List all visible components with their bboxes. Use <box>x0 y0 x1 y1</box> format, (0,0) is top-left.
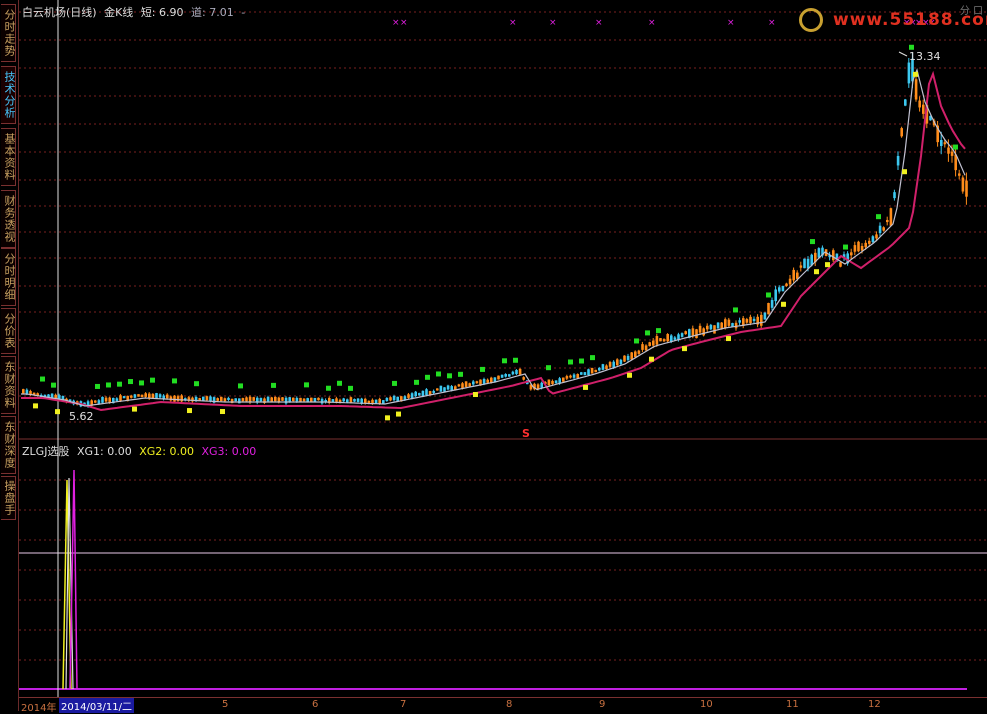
svg-text:×: × <box>595 18 603 28</box>
xg3-value: XG3: 0.00 <box>201 445 257 458</box>
stock-title: 白云机场(日线) <box>22 6 97 19</box>
site-logo: www.55188.com <box>791 6 987 36</box>
x-axis: 2014年 2014/03/11/二 5 6 7 8 9 10 11 12 <box>19 697 987 714</box>
logo-ring-icon <box>799 8 823 32</box>
corner-label[interactable]: 分 口 <box>960 2 983 17</box>
svg-text:×: × <box>400 18 408 28</box>
x-tick-10: 10 <box>700 699 713 710</box>
x-tick-7: 7 <box>400 699 407 710</box>
x-tick-5: 5 <box>222 699 229 710</box>
x-tick-11: 11 <box>786 699 799 710</box>
signal-s: S <box>522 427 530 440</box>
road-value: 7.01 <box>209 6 234 19</box>
tab-finance[interactable]: 财务透视 <box>1 190 16 248</box>
svg-text:×: × <box>727 18 735 28</box>
xg2-value: XG2: 0.00 <box>139 445 194 458</box>
tab-eastmoney-depth[interactable]: 东财深度 <box>1 416 16 474</box>
tab-trader[interactable]: 操盘手 <box>1 476 16 520</box>
low-annotation: 5.62 <box>69 410 94 423</box>
tab-technical-analysis[interactable]: 技术分析 <box>1 66 16 124</box>
x-tick-6: 6 <box>312 699 319 710</box>
tab-price-table[interactable]: 分价表 <box>1 308 16 354</box>
sub-indicator-name: ZLGJ选股 <box>22 445 70 458</box>
tab-time-trend[interactable]: 分时走势 <box>1 4 16 62</box>
xg1-value: XG1: 0.00 <box>76 445 132 458</box>
x-tick-12: 12 <box>868 699 881 710</box>
svg-text:×: × <box>768 18 776 28</box>
tab-time-detail[interactable]: 分时明细 <box>1 248 16 306</box>
svg-text:×: × <box>549 18 557 28</box>
sub-header: ZLGJ选股 XG1: 0.00 XG2: 0.00 XG3: 0.00 <box>22 443 260 459</box>
svg-text:×: × <box>509 18 517 28</box>
short-value: 6.90 <box>159 6 184 19</box>
svg-text:×: × <box>392 18 400 28</box>
x-axis-start: 2014年 <box>21 703 57 714</box>
short-label: 短: <box>140 6 156 19</box>
chart-header: 白云机场(日线) 金K线 短: 6.90 道: 7.01 - <box>22 4 249 20</box>
tab-basic-info[interactable]: 基本资料 <box>1 128 16 186</box>
kline-chart[interactable]: × × × × × × × × ××× ×× 13.34 5.62 S <box>19 0 987 697</box>
side-tab-bar: 分时走势 技术分析 基本资料 财务透视 分时明细 分价表 东财资料 东财深度 操… <box>0 0 19 711</box>
indicator-name: 金K线 <box>104 6 134 19</box>
x-tick-8: 8 <box>506 699 513 710</box>
road-label: 道: <box>191 6 206 19</box>
road-dash: - <box>241 6 246 19</box>
high-annotation: 13.34 <box>909 50 941 63</box>
tab-eastmoney-info[interactable]: 东财资料 <box>1 356 16 414</box>
x-tick-9: 9 <box>599 699 606 710</box>
svg-text:×: × <box>648 18 656 28</box>
